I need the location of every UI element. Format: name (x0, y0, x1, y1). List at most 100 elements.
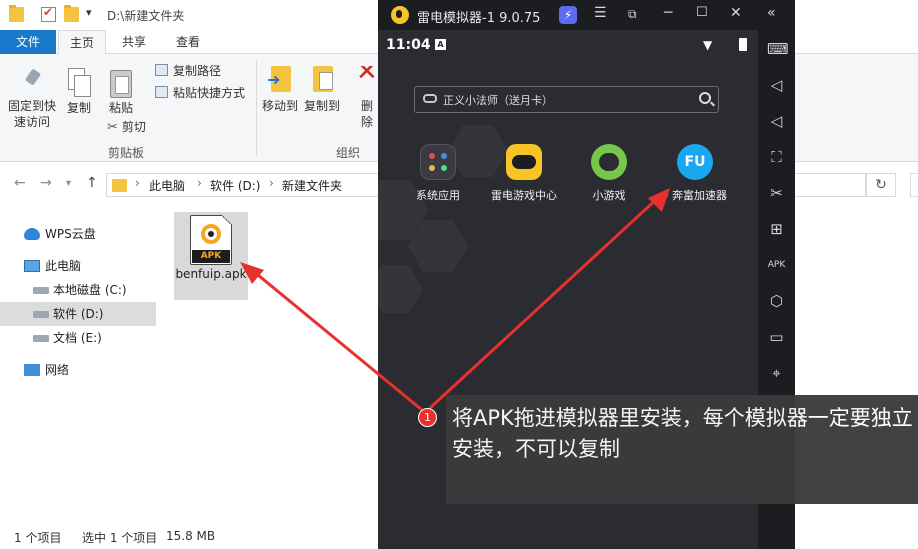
recent-dropdown-icon[interactable]: ▾ (66, 178, 71, 189)
add-instance-icon[interactable]: ⊞ (767, 220, 786, 239)
scissors-icon[interactable]: ✂ (767, 184, 786, 203)
tab-home[interactable]: 主页 (58, 30, 106, 55)
pin-quick-access-button[interactable]: 固定到快 速访问 (6, 68, 58, 130)
tab-view[interactable]: 查看 (164, 30, 212, 54)
app-mini-games[interactable]: 小游戏 (559, 144, 659, 203)
annotation-text: 将APK拖进模拟器里安装，每个模拟器一定要独立安装，不可以复制 (452, 406, 913, 461)
search-input[interactable] (910, 173, 918, 197)
folder-icon (9, 5, 24, 22)
app-label: 系统应用 (416, 189, 460, 202)
app-system-apps[interactable]: 系统应用 (388, 144, 488, 203)
breadcrumb-new-folder[interactable]: 新建文件夹 (282, 177, 342, 194)
breadcrumb-this-pc[interactable]: 此电脑 (149, 177, 185, 194)
new-folder-icon[interactable] (64, 5, 79, 22)
delete-icon (356, 66, 378, 94)
copy-to-button[interactable]: 复制到 (302, 66, 342, 114)
scissors-icon: ✂ (107, 120, 118, 135)
drive-icon (33, 311, 49, 318)
android-status-bar: 11:04 A ▼ (378, 30, 758, 60)
volume-up-icon[interactable]: ◁ (767, 76, 786, 95)
clock: 11:04 (386, 37, 431, 53)
pin-label: 固定到快 速访问 (7, 99, 56, 129)
paste-button[interactable]: 粘贴 (104, 68, 138, 116)
collapse-sidebar-icon[interactable]: « (767, 5, 776, 21)
minimize-icon[interactable]: ─ (664, 5, 672, 21)
breadcrumb-drive-d[interactable]: 软件 (D:) (210, 177, 260, 194)
mini-games-icon (591, 144, 627, 180)
fullscreen-icon[interactable]: ⛶ (767, 148, 786, 167)
back-arrow-icon[interactable]: ← (14, 175, 26, 191)
computer-icon (24, 260, 40, 272)
search-icon[interactable] (699, 92, 711, 104)
nav-item-network[interactable]: 网络 (0, 358, 156, 382)
selected-count: 选中 1 个项目 (82, 531, 158, 545)
location-icon[interactable]: ⌖ (767, 364, 786, 383)
nav-label: WPS云盘 (45, 227, 96, 241)
volume-down-icon[interactable]: ◁ (767, 112, 786, 131)
menu-icon[interactable]: ☰ (594, 5, 607, 21)
tab-file[interactable]: 文件 (0, 30, 56, 54)
delete-button[interactable]: 删除 (356, 66, 378, 130)
operation-record-icon[interactable]: ⬡ (767, 292, 786, 311)
app-search-bar[interactable]: 正义小法师（送月卡） (414, 86, 719, 113)
organize-group-label: 组织 (336, 146, 361, 160)
delete-label: 删除 (360, 99, 373, 129)
file-apk[interactable]: APK benfuip.apk (174, 212, 248, 300)
paste-shortcut-button[interactable]: 粘贴快捷方式 (155, 84, 245, 102)
paste-icon (110, 68, 132, 98)
annotation-callout: 将APK拖进模拟器里安装，每个模拟器一定要独立安装，不可以复制 (446, 395, 918, 504)
copy-label: 复制 (66, 101, 91, 115)
breadcrumb-separator: › (135, 176, 140, 190)
move-to-icon (267, 66, 291, 94)
app-benfu-accelerator[interactable]: FU 奔富加速器 (645, 144, 745, 203)
battery-icon (739, 38, 747, 51)
forward-arrow-icon[interactable]: → (40, 175, 52, 191)
nav-item-this-pc[interactable]: 此电脑 (0, 254, 156, 278)
copy-icon (68, 68, 91, 97)
nav-item-wps-cloud[interactable]: WPS云盘 (0, 222, 156, 246)
window-title-path: D:\新建文件夹 (107, 9, 185, 23)
up-arrow-icon[interactable]: ↑ (86, 175, 98, 191)
app-label: 奔富加速器 (645, 187, 745, 203)
copy-path-button[interactable]: 复制路径 (155, 62, 221, 80)
network-icon (24, 364, 40, 376)
nav-label: 此电脑 (45, 259, 82, 273)
copy-to-label: 复制到 (303, 99, 340, 113)
benfu-accelerator-icon: FU (677, 144, 713, 180)
move-to-label: 移动到 (261, 99, 298, 113)
quick-access-dropdown[interactable]: ▾ (86, 6, 92, 19)
popout-icon[interactable]: ⧉ (628, 7, 637, 22)
refresh-button[interactable]: ↻ (866, 173, 896, 197)
app-logo-icon (201, 224, 221, 244)
nav-item-drive-d[interactable]: 软件 (D:) (0, 302, 156, 326)
keyboard-icon[interactable]: ⌨ (767, 40, 789, 59)
maximize-icon[interactable]: ☐ (696, 5, 708, 20)
nav-label: 本地磁盘 (C:) (53, 283, 127, 297)
item-count: 1 个项目 (14, 531, 62, 545)
boost-icon[interactable]: ⚡ (559, 6, 577, 24)
close-icon[interactable]: ✕ (730, 5, 742, 21)
nav-label: 网络 (45, 363, 70, 377)
drive-icon (33, 287, 49, 294)
install-apk-icon[interactable]: APK (767, 256, 786, 275)
emulator-title: 雷电模拟器-1 9.0.75 (417, 11, 541, 26)
gamepad-icon (423, 94, 437, 103)
selected-size: 15.8 MB (166, 529, 216, 543)
search-placeholder: 正义小法师（送月卡） (443, 94, 553, 107)
shared-folder-icon[interactable]: ▭ (767, 328, 786, 347)
new-app-dot (663, 193, 668, 198)
tab-share[interactable]: 共享 (110, 30, 158, 54)
move-to-button[interactable]: 移动到 (260, 66, 300, 114)
game-center-icon (506, 144, 542, 180)
emulator-titlebar: 雷电模拟器-1 9.0.75 ⚡ ☰ ⧉ ─ ☐ ✕ « (378, 0, 795, 30)
status-notification-icon: A (435, 39, 446, 50)
paste-label: 粘贴 (108, 101, 133, 115)
copy-to-icon (311, 66, 333, 94)
nav-item-drive-c[interactable]: 本地磁盘 (C:) (0, 278, 156, 302)
nav-item-drive-e[interactable]: 文档 (E:) (0, 326, 156, 350)
wifi-icon: ▼ (703, 38, 713, 52)
properties-icon[interactable] (41, 5, 56, 22)
copy-button[interactable]: 复制 (62, 68, 96, 116)
cut-button[interactable]: ✂ 剪切 (107, 118, 146, 136)
nav-label: 文档 (E:) (53, 331, 102, 345)
